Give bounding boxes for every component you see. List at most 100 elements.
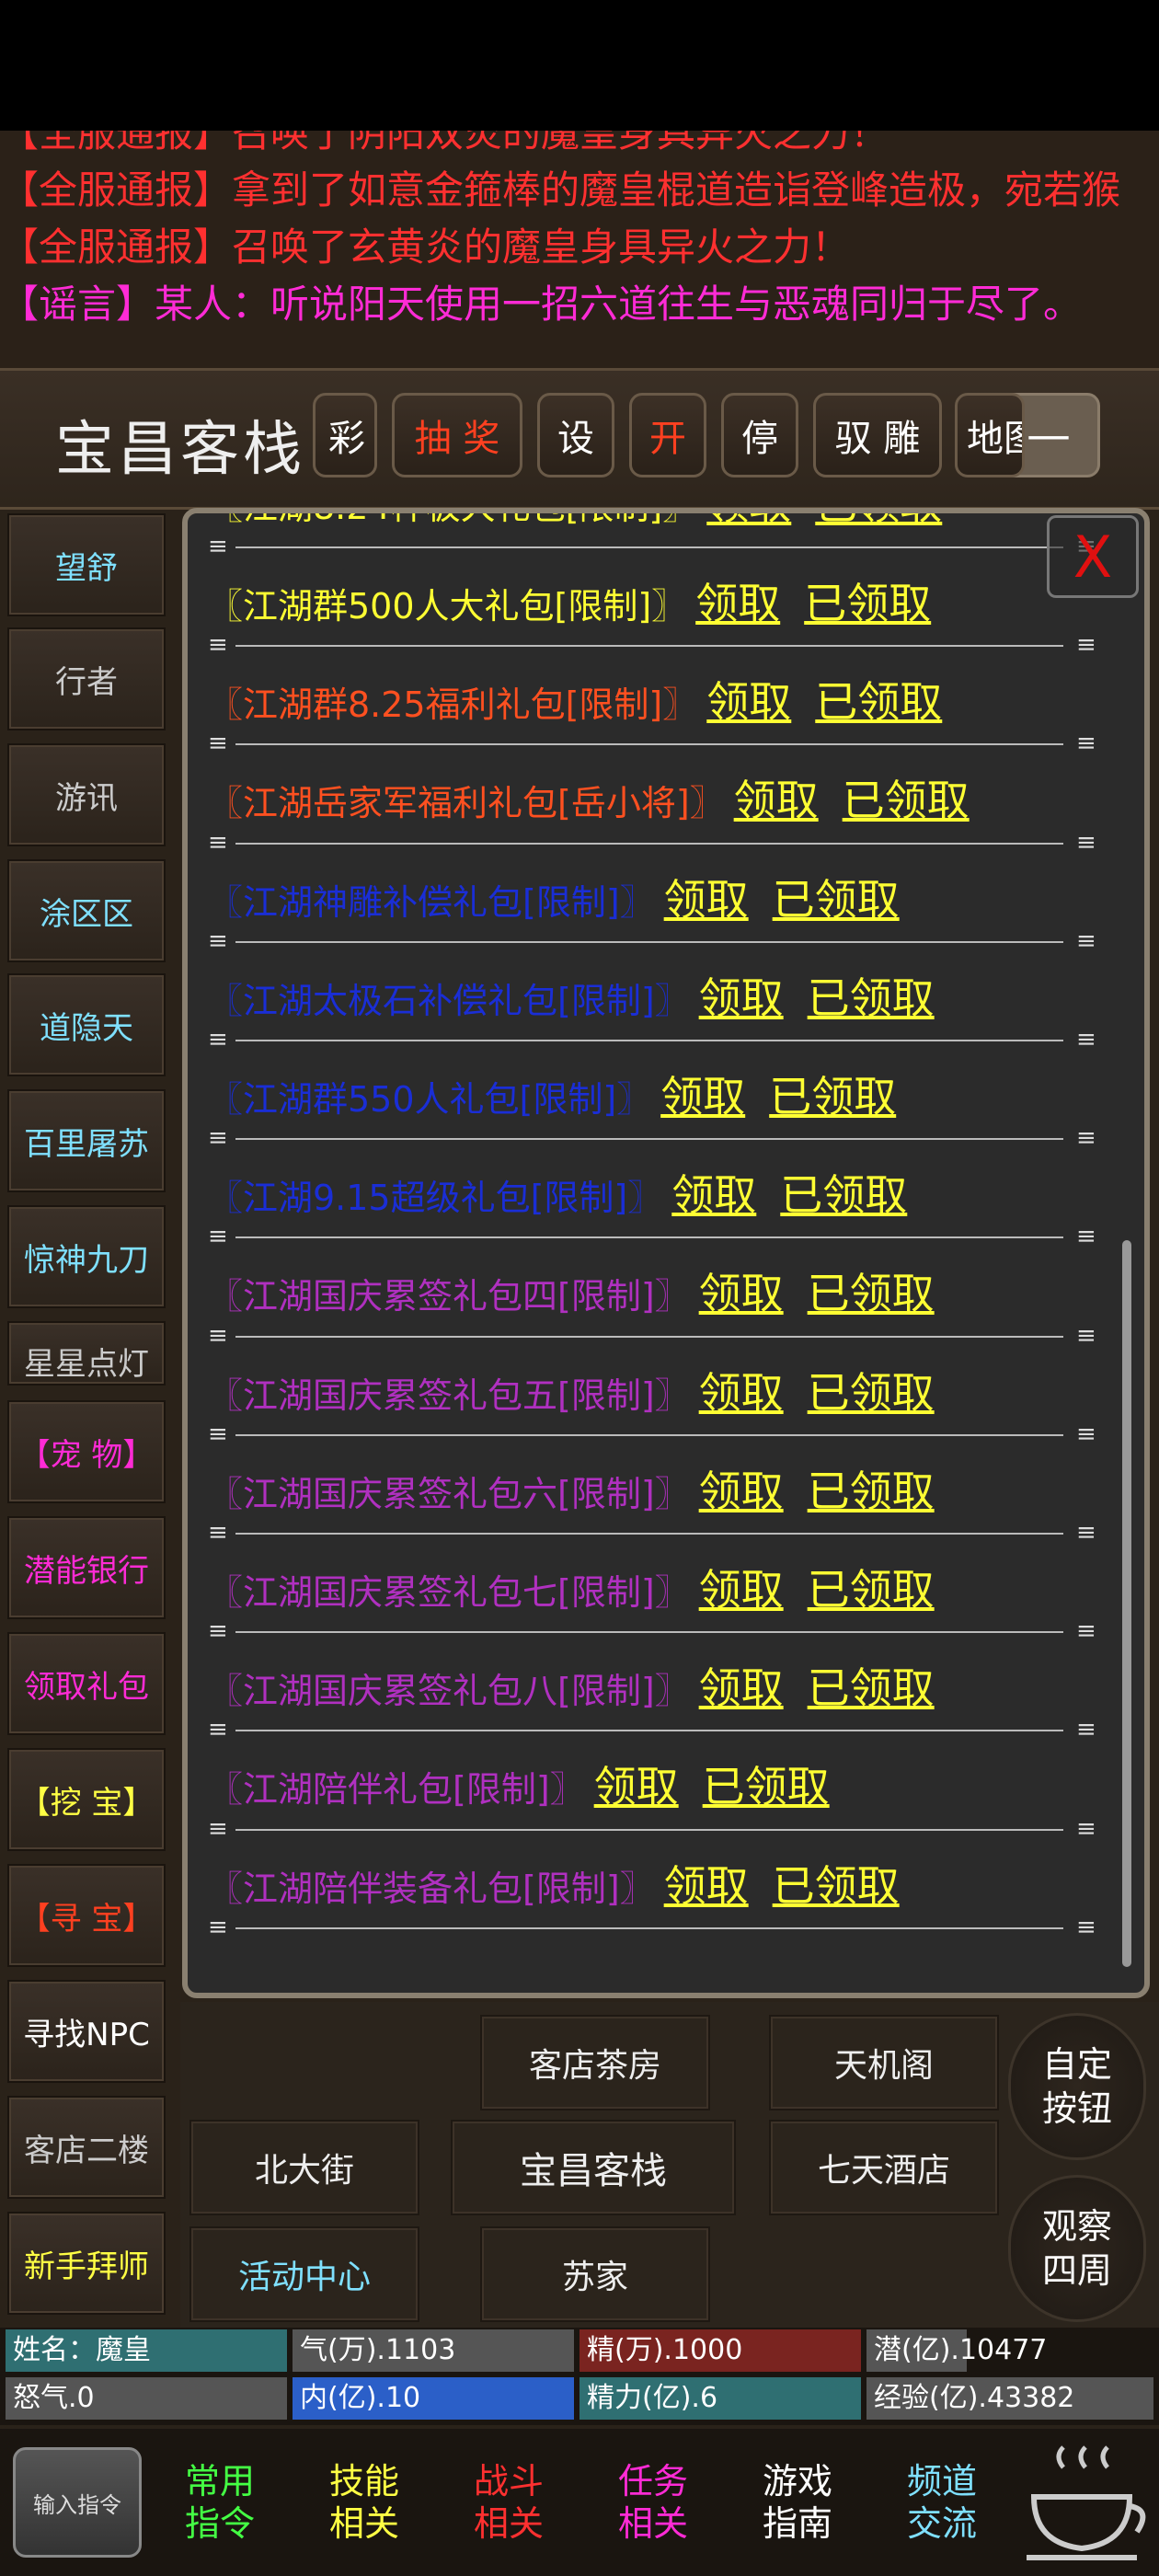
claim-link[interactable]: 领取 — [671, 1170, 756, 1220]
header-button[interactable]: 开 — [629, 393, 706, 477]
row-separator: ≡≡ — [208, 1915, 1128, 1939]
bottom-tab[interactable]: 频道 交流 — [873, 2447, 1011, 2558]
header-button[interactable]: 抽 奖 — [392, 393, 522, 477]
gift-name: 〖江湖国庆累签礼包五[限制]〗 — [208, 1374, 690, 1416]
teacup-icon[interactable] — [1017, 2442, 1153, 2570]
nav-sujia[interactable]: 苏家 — [480, 2226, 710, 2322]
claimed-link[interactable]: 已领取 — [808, 1368, 935, 1418]
separator-mark: ≡ — [208, 1716, 228, 1744]
header-button[interactable]: 驭 雕 — [813, 393, 942, 477]
header-button[interactable]: 地图 — [955, 393, 1025, 477]
sidebar-item[interactable]: 涂区区 — [7, 859, 166, 962]
claim-link[interactable]: 领取 — [734, 776, 819, 825]
header-button[interactable]: 彩 — [313, 393, 377, 477]
bottom-tab-line2: 指南 — [762, 2503, 832, 2544]
stat-jingli: 精力(亿).6 — [580, 2377, 861, 2420]
sidebar-item[interactable]: 寻找NPC — [7, 1980, 166, 2083]
claim-link[interactable]: 领取 — [699, 1368, 784, 1418]
sidebar-item[interactable]: 客店二楼 — [7, 2096, 166, 2199]
claimed-link[interactable]: 已领取 — [808, 1565, 935, 1615]
claimed-link[interactable]: 已领取 — [815, 513, 942, 529]
nav-qitian[interactable]: 七天酒店 — [769, 2120, 999, 2215]
close-button[interactable]: X — [1047, 515, 1139, 598]
separator-mark: ≡ — [1076, 1716, 1096, 1744]
header-button[interactable]: 设 — [537, 393, 614, 477]
claim-link[interactable]: 领取 — [594, 1762, 679, 1811]
claimed-link[interactable]: 已领取 — [808, 1269, 935, 1318]
announcement-text: 某人：听说阳天使用一招六道往生与恶魂同归于尽了。 — [155, 282, 1083, 327]
sidebar-item[interactable]: 游讯 — [7, 743, 166, 846]
bottom-tab[interactable]: 常用 指令 — [151, 2447, 289, 2558]
claim-link[interactable]: 领取 — [699, 1466, 784, 1516]
sidebar-item[interactable]: 惊神九刀 — [7, 1205, 166, 1308]
separator-mark: ≡ — [1076, 1124, 1096, 1153]
bottom-tab[interactable]: 任务 相关 — [584, 2447, 722, 2558]
gift-row: ≡ ≡ 〖江湖岳家军福利礼包[岳小将]〗 领取 已领取 — [208, 731, 1128, 838]
gift-name: 〖江湖国庆累签礼包七[限制]〗 — [208, 1572, 690, 1613]
sidebar-item[interactable]: 【挖 宝】 — [7, 1748, 166, 1851]
claim-link[interactable]: 领取 — [695, 579, 780, 628]
observe-button[interactable]: 观察 四周 — [1008, 2175, 1146, 2322]
bottom-tab[interactable]: 游戏 指南 — [729, 2447, 866, 2558]
announcement-feed: 【全服通报】召唤了阴阳双炎的魔皇身具异火之力！ 【全服通报】拿到了如意金箍棒的魔皇… — [0, 131, 1159, 368]
sidebar-item-label: 惊神九刀 — [24, 1241, 149, 1279]
sidebar-item[interactable]: 百里屠苏 — [7, 1089, 166, 1192]
sidebar-item[interactable]: 星星点灯 — [7, 1321, 166, 1386]
sidebar-item[interactable]: 新手拜师 — [7, 2212, 166, 2315]
gift-row: ≡ ≡ 〖江湖国庆累签礼包五[限制]〗 领取 已领取 — [208, 1324, 1128, 1431]
bottom-tab[interactable]: 战斗 相关 — [440, 2447, 578, 2558]
claim-link[interactable]: 领取 — [706, 677, 791, 727]
sidebar-item[interactable]: 【寻 宝】 — [7, 1864, 166, 1967]
bottom-tab-line2: 交流 — [906, 2503, 977, 2544]
claim-link[interactable]: 领取 — [699, 1565, 784, 1615]
claim-link[interactable]: 领取 — [664, 1861, 749, 1911]
bottom-tab-line2: 相关 — [328, 2503, 399, 2544]
gift-name: 〖江湖神雕补偿礼包[限制]〗 — [208, 881, 655, 923]
scrollbar[interactable] — [1122, 1240, 1131, 1967]
gift-pack-panel: ≡≡〖江湖8.24样板大礼包[限制]〗领取已领取≡≡〖江湖群500人大礼包[限制… — [182, 508, 1150, 1998]
sidebar-item[interactable]: 【宠 物】 — [7, 1400, 166, 1503]
header-button-label: 抽 奖 — [414, 418, 500, 460]
claim-link[interactable]: 领取 — [706, 513, 791, 529]
claim-link[interactable]: 领取 — [664, 875, 749, 925]
nav-baochang[interactable]: 宝昌客栈 — [451, 2120, 736, 2215]
separator-mark: ≡ — [208, 1913, 228, 1941]
claimed-link[interactable]: 已领取 — [808, 1663, 935, 1713]
minimize-icon: — — [1027, 409, 1071, 461]
announcement-line: 【全服通报】召唤了阴阳双炎的魔皇身具异火之力！ — [0, 131, 889, 162]
claim-link[interactable]: 领取 — [699, 1663, 784, 1713]
sidebar-item[interactable]: 道隐天 — [7, 973, 166, 1076]
row-separator: ≡≡ — [208, 929, 1096, 953]
sidebar-item[interactable]: 领取礼包 — [7, 1632, 166, 1735]
claimed-link[interactable]: 已领取 — [804, 579, 931, 628]
claim-link[interactable]: 领取 — [660, 1072, 745, 1121]
sidebar-item[interactable]: 望舒 — [7, 513, 166, 616]
gift-row: ≡ ≡ 〖江湖国庆累签礼包八[限制]〗 领取 已领取 — [208, 1619, 1128, 1726]
claimed-link[interactable]: 已领取 — [843, 776, 970, 825]
claimed-link[interactable]: 已领取 — [703, 1762, 830, 1811]
nav-kedian-chafang[interactable]: 客店茶房 — [480, 2015, 710, 2110]
sidebar-item[interactable]: 行者 — [7, 627, 166, 730]
sidebar-item-label: 望舒 — [55, 549, 118, 587]
claimed-link[interactable]: 已领取 — [815, 677, 942, 727]
claimed-link[interactable]: 已领取 — [769, 1072, 896, 1121]
claim-link[interactable]: 领取 — [699, 973, 784, 1023]
claimed-link[interactable]: 已领取 — [808, 1466, 935, 1516]
nav-beidajie[interactable]: 北大街 — [189, 2120, 419, 2215]
claimed-link[interactable]: 已领取 — [808, 973, 935, 1023]
claim-link[interactable]: 领取 — [699, 1269, 784, 1318]
claimed-link[interactable]: 已领取 — [773, 875, 900, 925]
header-button[interactable]: 停 — [721, 393, 798, 477]
nav-tianjige[interactable]: 天机阁 — [769, 2015, 999, 2110]
claimed-link[interactable]: 已领取 — [773, 1861, 900, 1911]
nav-huodong[interactable]: 活动中心 — [189, 2226, 419, 2322]
gift-row: ≡ ≡ 〖江湖国庆累签礼包六[限制]〗 领取 已领取 — [208, 1422, 1128, 1529]
bottom-tab[interactable]: 技能 相关 — [295, 2447, 433, 2558]
command-input-button[interactable]: 输入指令 — [13, 2447, 142, 2558]
separator-mark: ≡ — [208, 1223, 228, 1251]
separator-mark: ≡ — [208, 1420, 228, 1448]
claimed-link[interactable]: 已领取 — [780, 1170, 907, 1220]
custom-button[interactable]: 自定 按钮 — [1008, 2013, 1146, 2160]
sidebar-item[interactable]: 潜能银行 — [7, 1516, 166, 1619]
announcement-tag: 【全服通报】 — [0, 131, 233, 155]
